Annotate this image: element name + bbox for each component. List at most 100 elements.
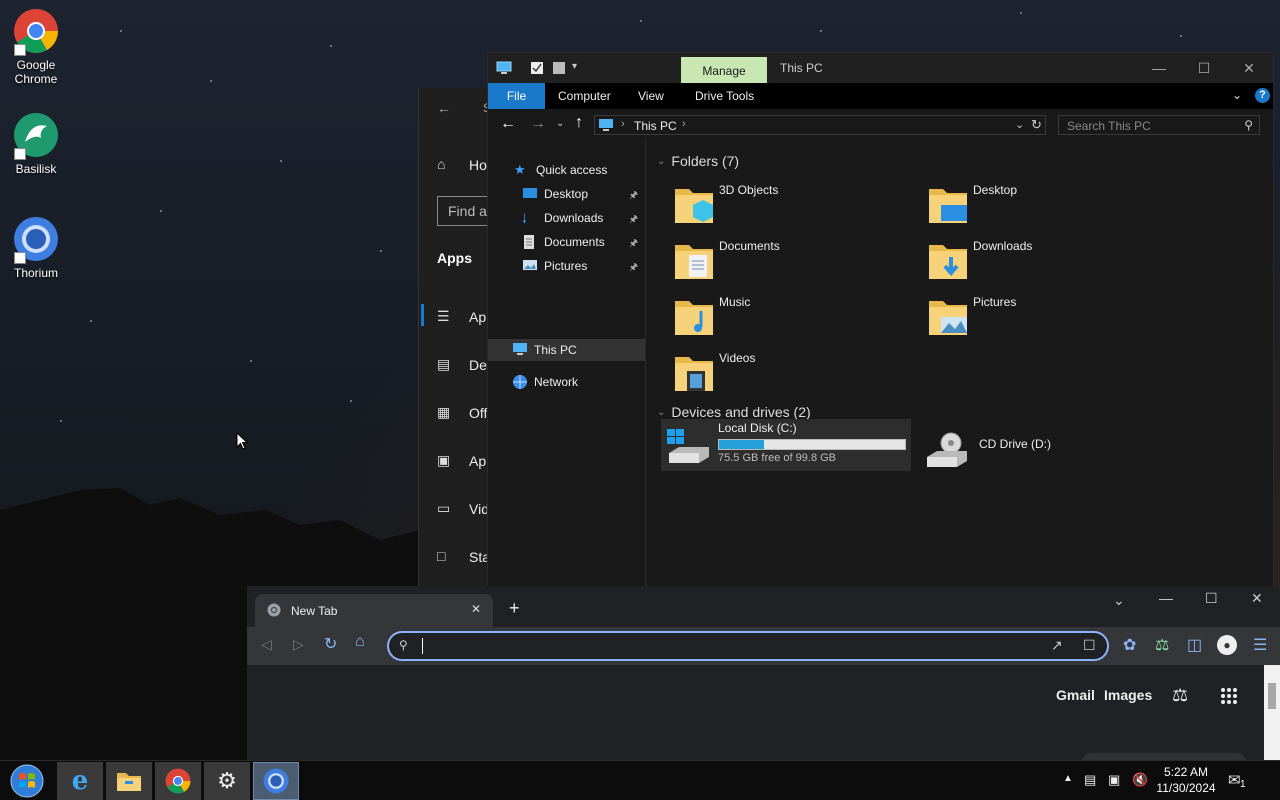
- drive-local-disk-c[interactable]: Local Disk (C:) 75.5 GB free of 99.8 GB: [661, 419, 911, 471]
- bookmark-icon[interactable]: ☐: [1083, 637, 1096, 654]
- tab-close-icon[interactable]: ✕: [471, 602, 481, 616]
- ribbon-tab-file[interactable]: File: [488, 83, 545, 109]
- share-icon[interactable]: ↗: [1051, 637, 1063, 654]
- address-bar[interactable]: › This PC › ⌄ ↻: [594, 115, 1046, 135]
- explorer-title-bar[interactable]: ▾ Manage This PC — ☐ ✕: [488, 53, 1273, 84]
- navigation-pane: ★ Quick access Desktop 🖈 🠓 Downloads 🖈 D…: [488, 139, 646, 586]
- ribbon-tab-computer[interactable]: Computer: [546, 83, 623, 109]
- folder-downloads[interactable]: Downloads: [927, 239, 1167, 289]
- maximize-button[interactable]: ☐: [1181, 53, 1227, 83]
- forward-arrow-icon[interactable]: →: [530, 115, 546, 133]
- taskbar-google-chrome[interactable]: [155, 762, 201, 800]
- side-panel-icon[interactable]: ◫: [1187, 635, 1202, 655]
- start-button[interactable]: [4, 762, 50, 800]
- folder-music[interactable]: Music: [673, 295, 913, 345]
- nav-quick-access[interactable]: ★ Quick access: [514, 159, 607, 181]
- back-icon[interactable]: ◁: [261, 636, 272, 653]
- ribbon-tab-view[interactable]: View: [626, 83, 676, 109]
- up-arrow-icon[interactable]: ↑: [575, 114, 583, 132]
- desktop-icon-thorium[interactable]: Thorium: [0, 216, 72, 280]
- nav-this-pc[interactable]: This PC: [512, 339, 577, 361]
- reload-icon[interactable]: ↻: [324, 634, 337, 654]
- folder-3d-objects[interactable]: 3D Objects: [673, 183, 913, 233]
- new-folder-icon[interactable]: [552, 61, 566, 75]
- search-icon: ⚲: [1244, 118, 1253, 132]
- text-cursor: [422, 638, 423, 654]
- network-icon: [512, 374, 528, 390]
- search-input[interactable]: Search This PC ⚲: [1058, 115, 1260, 135]
- nav-downloads[interactable]: 🠓 Downloads: [522, 207, 603, 229]
- home-icon[interactable]: ⌂: [355, 633, 365, 651]
- nav-pictures[interactable]: Pictures: [522, 255, 587, 277]
- minimize-button[interactable]: —: [1136, 53, 1182, 83]
- nav-desktop[interactable]: Desktop: [522, 183, 588, 205]
- windows-drive-icon: [667, 429, 709, 463]
- page-scrollbar[interactable]: [1264, 665, 1280, 760]
- taskbar-internet-explorer[interactable]: e: [57, 762, 103, 800]
- tab-search-icon[interactable]: ⌄: [1113, 592, 1125, 609]
- images-link[interactable]: Images: [1104, 687, 1152, 703]
- new-tab-button[interactable]: +: [509, 598, 520, 619]
- folder-videos[interactable]: Videos: [673, 351, 913, 401]
- recent-locations-chevron-icon[interactable]: ⌄: [556, 118, 564, 129]
- file-explorer-icon: [117, 773, 141, 791]
- apps-grid-icon[interactable]: [1220, 687, 1238, 705]
- gmail-link[interactable]: Gmail: [1056, 687, 1095, 703]
- menu-icon[interactable]: ☰: [1253, 635, 1267, 655]
- back-arrow-icon[interactable]: ←: [437, 100, 451, 116]
- labs-icon[interactable]: ⚖: [1155, 635, 1169, 655]
- devices-group-header[interactable]: ⌄ Devices and drives (2): [657, 404, 811, 420]
- show-hidden-icons-chevron-icon[interactable]: ▲: [1063, 773, 1073, 784]
- folder-desktop[interactable]: Desktop: [927, 183, 1167, 233]
- folder-pictures[interactable]: Pictures: [927, 295, 1167, 345]
- drive-cd-d[interactable]: CD Drive (D:): [919, 427, 1169, 477]
- maximize-button[interactable]: ☐: [1205, 590, 1218, 607]
- volume-muted-icon[interactable]: 🔇: [1132, 772, 1150, 790]
- clock-date: 11/30/2024: [1156, 781, 1216, 795]
- refresh-icon[interactable]: ↻: [1031, 117, 1042, 133]
- close-button[interactable]: ✕: [1251, 590, 1263, 607]
- chrome-icon: [13, 8, 59, 56]
- properties-icon[interactable]: [530, 61, 544, 75]
- taskbar-thorium[interactable]: [253, 762, 299, 800]
- gear-icon: ⚙: [217, 768, 237, 793]
- folder-documents[interactable]: Documents: [673, 239, 913, 289]
- quick-access-toolbar-dropdown-icon[interactable]: ▾: [572, 61, 577, 72]
- help-icon[interactable]: ?: [1255, 88, 1270, 103]
- address-dropdown-icon[interactable]: ⌄: [1015, 118, 1024, 131]
- search-placeholder: Find a: [448, 203, 487, 219]
- breadcrumb-this-pc[interactable]: This PC: [634, 119, 677, 133]
- action-center-tray-icon[interactable]: ▤: [1084, 772, 1102, 790]
- labs-flask-icon[interactable]: ⚖: [1172, 685, 1188, 706]
- desktop-icon-google-chrome[interactable]: Google Chrome: [0, 8, 72, 86]
- documents-folder-icon: [675, 245, 713, 279]
- tab-new-tab[interactable]: New Tab ✕: [255, 594, 493, 627]
- desktop-folder-icon: [522, 186, 538, 202]
- drive-usage-bar: [718, 439, 906, 450]
- taskbar-settings[interactable]: ⚙: [204, 762, 250, 800]
- forward-icon[interactable]: ▷: [293, 636, 304, 653]
- minimize-button[interactable]: —: [1159, 590, 1173, 606]
- clock[interactable]: 5:22 AM 11/30/2024: [1150, 764, 1222, 796]
- taskbar-file-explorer[interactable]: [106, 762, 152, 800]
- ribbon-tab-drive-tools[interactable]: Drive Tools: [683, 83, 766, 109]
- expand-ribbon-icon[interactable]: ⌄: [1232, 88, 1242, 102]
- nav-documents[interactable]: Documents: [522, 231, 605, 253]
- ribbon-tab-manage[interactable]: Manage: [681, 57, 767, 84]
- extensions-icon[interactable]: ✿: [1123, 635, 1136, 655]
- desktop-icon-basilisk[interactable]: Basilisk: [0, 112, 72, 176]
- pin-icon: 🖈: [629, 238, 639, 249]
- notifications-button[interactable]: ✉ 1: [1228, 771, 1250, 791]
- nav-network[interactable]: Network: [512, 371, 578, 393]
- settings-nav-label: Vid: [469, 501, 489, 517]
- folders-group-header[interactable]: ⌄ Folders (7): [657, 153, 739, 169]
- back-arrow-icon[interactable]: ←: [500, 115, 516, 133]
- close-button[interactable]: ✕: [1226, 53, 1272, 83]
- 3d-objects-folder-icon: [675, 189, 713, 223]
- clock-time: 5:22 AM: [1163, 765, 1209, 779]
- pictures-folder-icon: [929, 301, 967, 335]
- profile-avatar[interactable]: ●: [1217, 635, 1237, 655]
- omnibox[interactable]: ⚲ ↗ ☐: [387, 631, 1109, 661]
- scrollbar-thumb[interactable]: [1268, 683, 1276, 709]
- network-tray-icon[interactable]: ▣: [1108, 772, 1126, 790]
